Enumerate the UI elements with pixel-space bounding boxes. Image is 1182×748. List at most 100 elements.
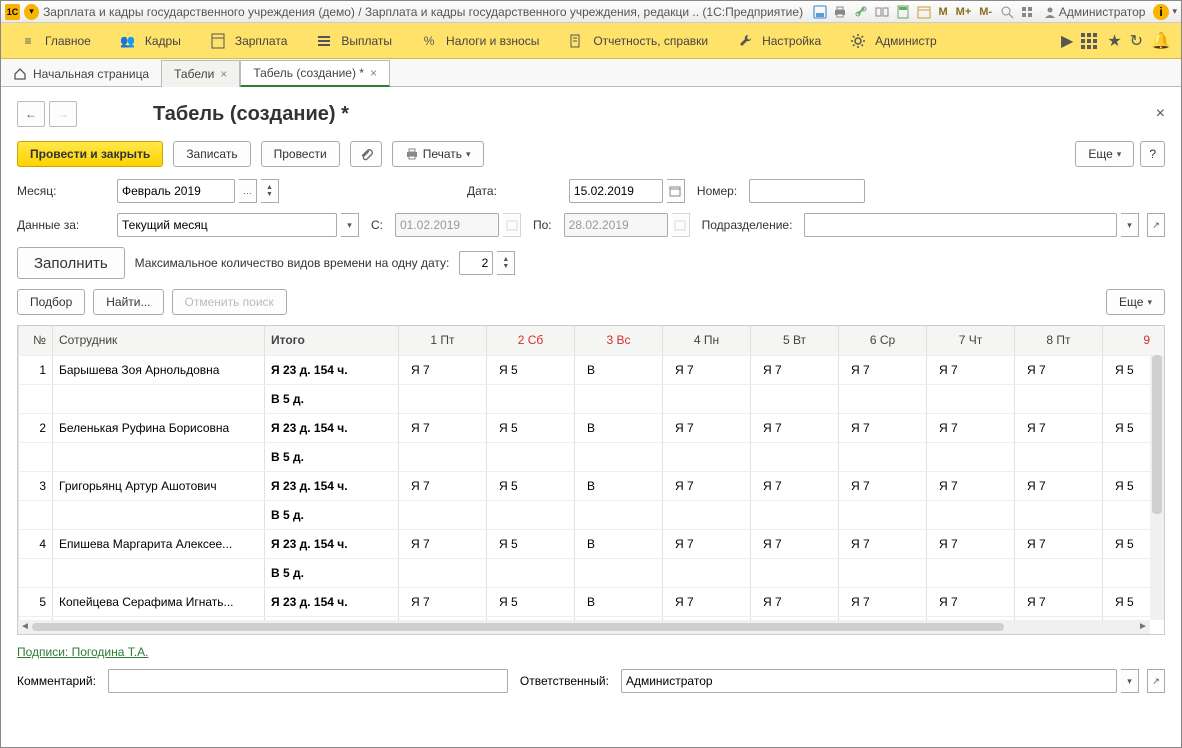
stepper-buttons[interactable]: ▲▼ [261, 179, 279, 203]
scroll-left-icon[interactable]: ◄ [18, 620, 32, 634]
month-value[interactable]: Февраль 2019 [117, 179, 235, 203]
open-icon[interactable]: ↗ [1147, 213, 1165, 237]
attach-button[interactable] [350, 141, 382, 167]
close-icon[interactable]: × [370, 66, 377, 80]
col-day[interactable]: 9 [1103, 326, 1166, 355]
responsible-value[interactable]: Администратор [621, 669, 1117, 693]
history-icon[interactable]: ↻ [1130, 31, 1143, 51]
close-icon[interactable]: × [220, 67, 227, 81]
app-dropdown-icon[interactable]: ▾ [24, 4, 39, 20]
zoom-icon[interactable] [998, 3, 1015, 21]
tab-home[interactable]: Начальная страница [1, 60, 161, 87]
info-dropdown-icon[interactable]: ▾ [1173, 6, 1178, 17]
mm-payments[interactable]: Выплаты [301, 23, 406, 58]
date-field[interactable]: 15.02.2019 [569, 179, 685, 203]
mm-admin[interactable]: Администр [835, 23, 950, 58]
table-row[interactable]: 1Барышева Зоя АрнольдовнаЯ 23 д. 154 ч.Я… [19, 355, 1166, 384]
signatures-link[interactable]: Подписи: Погодина Т.А. [17, 645, 148, 659]
col-day[interactable]: 4 Пн [663, 326, 751, 355]
play-icon[interactable]: ▶ [1061, 31, 1073, 51]
pick-button[interactable]: Подбор [17, 289, 85, 315]
col-day[interactable]: 6 Ср [839, 326, 927, 355]
col-day[interactable]: 1 Пт [399, 326, 487, 355]
info-icon[interactable]: i [1153, 4, 1168, 20]
calculator-icon[interactable] [895, 3, 912, 21]
table-row[interactable]: 5Копейцева Серафима Игнать...Я 23 д. 154… [19, 587, 1166, 616]
more-button[interactable]: Еще ▾ [1075, 141, 1134, 167]
col-day[interactable]: 3 Вс [575, 326, 663, 355]
table-row[interactable]: 2Беленькая Руфина БорисовнаЯ 23 д. 154 ч… [19, 413, 1166, 442]
mm-salary[interactable]: Зарплата [195, 23, 302, 58]
print-icon[interactable] [832, 3, 849, 21]
run-and-close-button[interactable]: Провести и закрыть [17, 141, 163, 167]
stepper-buttons[interactable]: ▲▼ [497, 251, 515, 275]
data-for-select[interactable]: Текущий месяц ▾ [117, 213, 359, 237]
tab-timesheet-create[interactable]: Табель (создание) * × [240, 60, 390, 87]
table-row[interactable]: 4Епишева Маргарита Алексее...Я 23 д. 154… [19, 529, 1166, 558]
comment-input[interactable] [108, 669, 508, 693]
dept-select[interactable]: ▾ ↗ [804, 213, 1165, 237]
timesheet-table[interactable]: № Сотрудник Итого 1 Пт 2 Сб 3 Вс 4 Пн 5 … [17, 325, 1165, 635]
table-row-sub[interactable]: В 5 д. [19, 500, 1166, 529]
table-row-sub[interactable]: В 5 д. [19, 442, 1166, 471]
table-row[interactable]: 3Григорьянц Артур АшотовичЯ 23 д. 154 ч.… [19, 471, 1166, 500]
tab-timesheets[interactable]: Табели × [161, 60, 240, 87]
col-day[interactable]: 2 Сб [487, 326, 575, 355]
back-button[interactable]: ← [17, 101, 45, 127]
main-menu: ≡ Главное 👥 Кадры Зарплата Выплаты % Нал… [1, 23, 1181, 59]
mm-taxes[interactable]: % Налоги и взносы [406, 23, 553, 58]
horizontal-scrollbar[interactable]: ◄ ► [18, 620, 1150, 634]
write-button[interactable]: Записать [173, 141, 250, 167]
save-icon[interactable] [811, 3, 828, 21]
help-button[interactable]: ? [1140, 141, 1165, 167]
chevron-down-icon[interactable]: ▾ [1121, 669, 1139, 693]
scroll-right-icon[interactable]: ► [1136, 620, 1150, 634]
calendar-picker-icon[interactable] [667, 179, 685, 203]
find-button[interactable]: Найти... [93, 289, 163, 315]
mm-label: Кадры [145, 34, 181, 48]
ellipsis-button[interactable]: … [239, 179, 257, 203]
table-row-sub[interactable]: В 5 д. [19, 384, 1166, 413]
col-day[interactable]: 7 Чт [927, 326, 1015, 355]
burger-menu[interactable]: ≡ Главное [5, 23, 105, 58]
col-num[interactable]: № [19, 326, 53, 355]
user-menu[interactable]: Администратор [1040, 5, 1150, 19]
header-row: № Сотрудник Итого 1 Пт 2 Сб 3 Вс 4 Пн 5 … [19, 326, 1166, 355]
run-button[interactable]: Провести [261, 141, 340, 167]
print-button[interactable]: Печать ▾ [392, 141, 484, 167]
vertical-scrollbar[interactable] [1150, 355, 1164, 620]
m-button[interactable]: M [937, 6, 950, 18]
table-more-button[interactable]: Еще ▾ [1106, 289, 1165, 315]
link-icon[interactable] [853, 3, 870, 21]
apps-grid-icon[interactable] [1081, 33, 1099, 49]
fill-button[interactable]: Заполнить [17, 247, 125, 279]
dept-label: Подразделение: [702, 218, 793, 232]
mm-reports[interactable]: Отчетность, справки [553, 23, 722, 58]
max-kinds-input[interactable]: 2 ▲▼ [459, 251, 515, 275]
open-icon[interactable]: ↗ [1147, 669, 1165, 693]
dept-value[interactable] [804, 213, 1117, 237]
star-icon[interactable]: ★ [1107, 31, 1121, 51]
m-minus-button[interactable]: M- [977, 6, 994, 18]
responsible-select[interactable]: Администратор ▾ ↗ [621, 669, 1165, 693]
col-day[interactable]: 5 Вт [751, 326, 839, 355]
data-for-value[interactable]: Текущий месяц [117, 213, 337, 237]
chevron-down-icon[interactable]: ▾ [341, 213, 359, 237]
calendar-icon[interactable] [916, 3, 933, 21]
col-total[interactable]: Итого [265, 326, 399, 355]
mm-settings[interactable]: Настройка [722, 23, 835, 58]
m-plus-button[interactable]: M+ [954, 6, 974, 18]
bell-icon[interactable]: 🔔 [1151, 31, 1171, 51]
chevron-down-icon[interactable]: ▾ [1121, 213, 1139, 237]
max-kinds-value[interactable]: 2 [459, 251, 493, 275]
number-input[interactable] [749, 179, 865, 203]
table-row-sub[interactable]: В 5 д. [19, 558, 1166, 587]
date-value[interactable]: 15.02.2019 [569, 179, 663, 203]
col-employee[interactable]: Сотрудник [53, 326, 265, 355]
col-day[interactable]: 8 Пт [1015, 326, 1103, 355]
close-page-icon[interactable]: × [1156, 105, 1165, 123]
month-field[interactable]: Февраль 2019 … ▲▼ [117, 179, 279, 203]
grid-icon[interactable] [1019, 3, 1036, 21]
mm-staff[interactable]: 👥 Кадры [105, 23, 195, 58]
compare-icon[interactable] [874, 3, 891, 21]
